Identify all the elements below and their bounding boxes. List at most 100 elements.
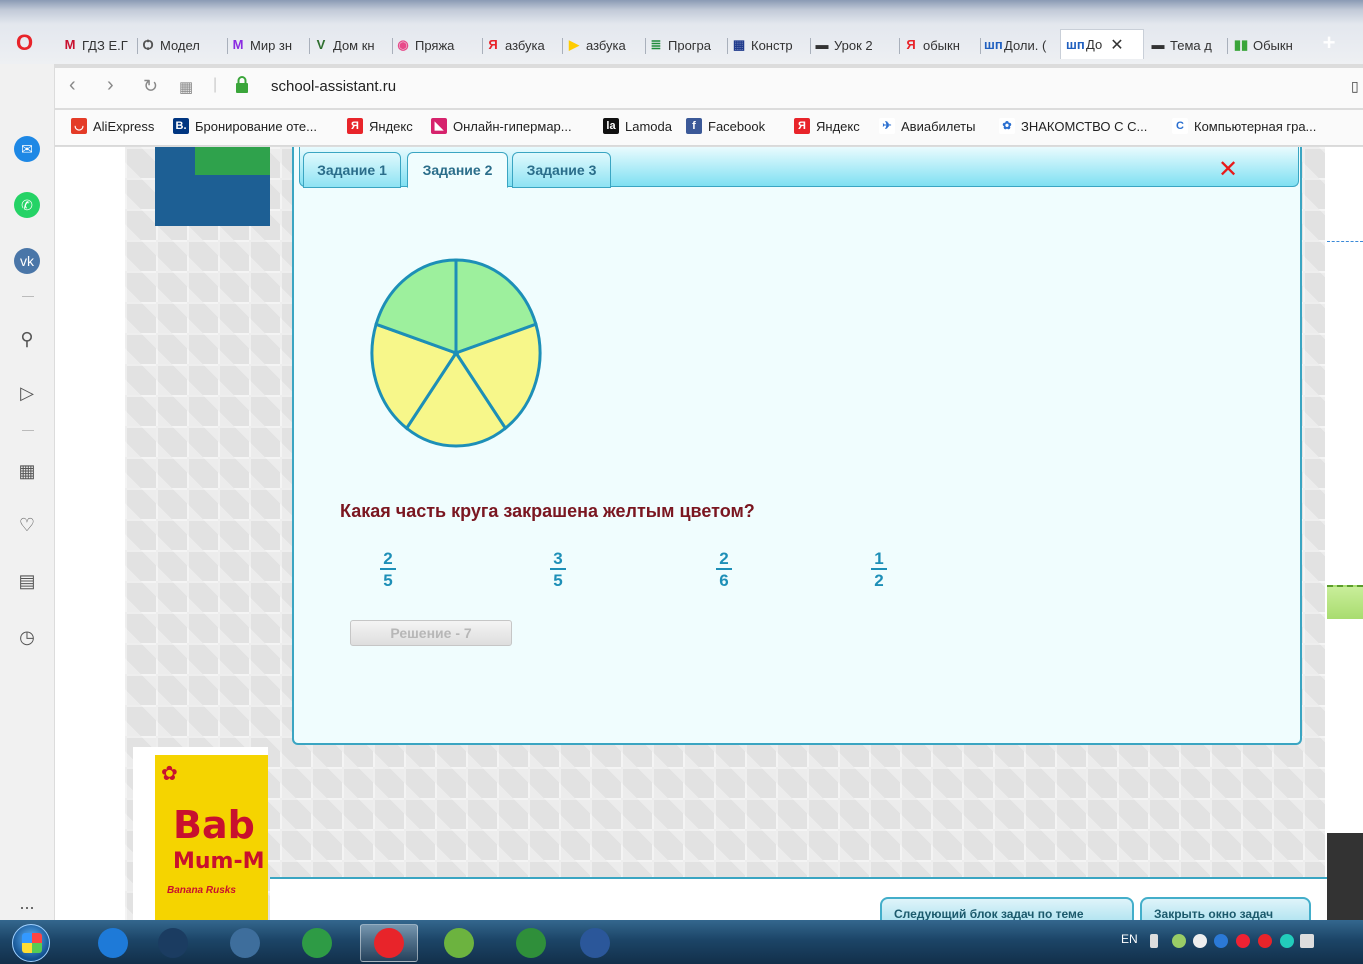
tab-item[interactable]: Яобыкн bbox=[903, 33, 977, 57]
tab-favicon-icon: ◉ bbox=[397, 37, 409, 52]
page-side-button[interactable] bbox=[1327, 585, 1363, 619]
tab-item[interactable]: Яазбука bbox=[485, 33, 559, 57]
flag-icon[interactable] bbox=[1280, 934, 1294, 948]
taskbar-app-glyph bbox=[444, 928, 474, 958]
history-icon[interactable]: ◷ bbox=[14, 624, 40, 650]
news-icon[interactable]: ▤ bbox=[14, 568, 40, 594]
back-icon[interactable]: ‹ bbox=[69, 74, 76, 97]
media-player-icon[interactable] bbox=[216, 924, 274, 962]
url-field[interactable]: school-assistant.ru bbox=[271, 78, 396, 95]
tab-item[interactable]: ▮▮ Обыкн bbox=[1233, 33, 1311, 57]
windows-taskbar: EN bbox=[0, 920, 1363, 964]
extension-icon[interactable]: ▯ bbox=[1351, 78, 1359, 95]
search-icon[interactable]: ⚲ bbox=[14, 326, 40, 352]
bookmark-favicon-icon: Я bbox=[347, 118, 363, 134]
tab-item[interactable]: Ѻ Модел bbox=[140, 33, 224, 57]
tray-arrow-icon[interactable] bbox=[1150, 934, 1158, 948]
bookmark-item[interactable]: Я Яндекс bbox=[794, 118, 860, 134]
tab-item[interactable]: ▦ Констр bbox=[731, 33, 807, 57]
tab-label: Модел bbox=[160, 37, 200, 53]
tab-task-3[interactable]: Задание 3 bbox=[512, 152, 611, 188]
scanner-icon[interactable] bbox=[144, 924, 202, 962]
lock-icon[interactable] bbox=[235, 76, 249, 94]
tab-label: Обыкн bbox=[1253, 37, 1293, 53]
tab-item[interactable]: V Дом кн bbox=[313, 33, 389, 57]
tab-close-icon[interactable]: ✕ bbox=[1110, 35, 1123, 55]
speed-dial-icon[interactable]: ▦ bbox=[14, 458, 40, 484]
tab-item[interactable]: ▬ Урок 2 bbox=[814, 33, 896, 57]
bookmark-item[interactable]: ◡ AliExpress bbox=[71, 118, 154, 134]
tab-label: Доли. ( bbox=[1004, 37, 1047, 53]
language-indicator[interactable]: EN bbox=[1121, 932, 1138, 946]
bookmark-favicon-icon: ✈ bbox=[879, 118, 895, 134]
tab-item[interactable]: M Мир зн bbox=[230, 33, 306, 57]
bluetooth-icon[interactable] bbox=[1214, 934, 1228, 948]
answer-option[interactable]: 25 bbox=[378, 550, 398, 589]
bookmark-item[interactable]: ◣ Онлайн-гипермар... bbox=[431, 118, 572, 134]
whatsapp-icon[interactable]: ✆ bbox=[14, 192, 40, 218]
answer-option[interactable]: 26 bbox=[714, 550, 734, 589]
page-side-panel bbox=[1327, 833, 1363, 924]
tab-item[interactable]: ▶ азбука bbox=[566, 33, 642, 57]
tab-favicon-icon: Ѻ bbox=[142, 37, 154, 52]
tab-label: обыкн bbox=[923, 37, 960, 53]
solution-button[interactable]: Решение - 7 bbox=[350, 620, 512, 646]
reload-icon[interactable]: ↻ bbox=[143, 76, 158, 97]
tray-app-icon[interactable] bbox=[1300, 934, 1314, 948]
new-tab-button[interactable]: + bbox=[1318, 32, 1340, 54]
fraction-bar bbox=[871, 568, 887, 570]
answer-numerator: 2 bbox=[383, 549, 393, 568]
bookmark-item[interactable]: Я Яндекс bbox=[347, 118, 413, 134]
answer-option[interactable]: 35 bbox=[548, 550, 568, 589]
bookmark-item[interactable]: ✈ Авиабилеты bbox=[879, 118, 975, 134]
send-icon[interactable]: ▷ bbox=[14, 380, 40, 406]
tab-separator bbox=[392, 38, 393, 54]
bookmark-label: Facebook bbox=[708, 118, 766, 134]
start-button[interactable] bbox=[12, 924, 50, 962]
more-icon[interactable]: ... bbox=[14, 890, 40, 916]
tab-item[interactable]: шп До ✕ bbox=[1060, 29, 1144, 59]
opera-logo-icon[interactable]: O bbox=[16, 30, 33, 56]
tab-item[interactable]: ◉ Пряжа bbox=[395, 33, 479, 57]
tab-favicon-icon: ▦ bbox=[732, 37, 746, 52]
tab-label: Дом кн bbox=[333, 37, 375, 53]
vk-icon[interactable]: vk bbox=[14, 248, 40, 274]
word-icon[interactable] bbox=[566, 924, 624, 962]
bookmark-favicon-icon: C bbox=[1172, 118, 1188, 134]
bookmark-item[interactable]: la Lamoda bbox=[603, 118, 672, 134]
forward-icon[interactable]: › bbox=[107, 74, 114, 97]
network-icon[interactable] bbox=[1172, 934, 1186, 948]
close-icon[interactable]: ✕ bbox=[1218, 155, 1238, 183]
book-icon[interactable] bbox=[502, 924, 560, 962]
utorrent-icon[interactable] bbox=[430, 924, 488, 962]
ie-icon[interactable] bbox=[84, 924, 142, 962]
messenger-icon[interactable]: ✉ bbox=[14, 136, 40, 162]
heart-icon[interactable]: ♡ bbox=[14, 512, 40, 538]
speed-dial-icon[interactable]: ▦ bbox=[179, 78, 193, 96]
answer-option[interactable]: 12 bbox=[869, 550, 889, 589]
tab-item[interactable]: ▬ Тема д bbox=[1150, 33, 1224, 57]
taskbar-app-glyph bbox=[580, 928, 610, 958]
bookmark-item[interactable]: C Компьютерная гра... bbox=[1172, 118, 1316, 134]
tab-task-1[interactable]: Задание 1 bbox=[303, 152, 401, 188]
opera-tray-icon[interactable] bbox=[1258, 934, 1272, 948]
bookmark-item[interactable]: B. Бронирование оте... bbox=[173, 118, 317, 134]
tab-item[interactable]: М ГДЗ Е.Г bbox=[62, 33, 134, 57]
opera-icon[interactable] bbox=[360, 924, 418, 962]
web-page: ✿ Bab Mum-M Banana Rusks Следующий блок … bbox=[55, 147, 1363, 924]
answer-numerator: 1 bbox=[874, 549, 884, 568]
tab-item[interactable]: шп Доли. ( bbox=[984, 33, 1054, 57]
task-dialog: Задание 1 Задание 2 Задание 3 ✕ Какая ча… bbox=[292, 147, 1302, 745]
tab-task-2[interactable]: Задание 2 bbox=[407, 152, 508, 188]
bookmark-item[interactable]: ✿ ЗНАКОМСТВО С С... bbox=[999, 118, 1147, 134]
antivirus-icon[interactable] bbox=[1236, 934, 1250, 948]
pie-center bbox=[453, 350, 459, 356]
product-title: Bab bbox=[173, 803, 255, 847]
browser-tab-strip: O М ГДЗ Е.Г Ѻ Модел M Мир зн V Дом кн ◉ Пряжа Яазб… bbox=[0, 0, 1363, 64]
bookmark-label: Авиабилеты bbox=[901, 118, 976, 134]
chrome-icon[interactable] bbox=[288, 924, 346, 962]
bookmark-item[interactable]: f Facebook bbox=[686, 118, 765, 134]
advertisement-image[interactable]: ✿ Bab Mum-M Banana Rusks bbox=[133, 747, 268, 924]
tab-item[interactable]: ≣ Програ bbox=[648, 33, 724, 57]
volume-icon[interactable] bbox=[1193, 934, 1207, 948]
